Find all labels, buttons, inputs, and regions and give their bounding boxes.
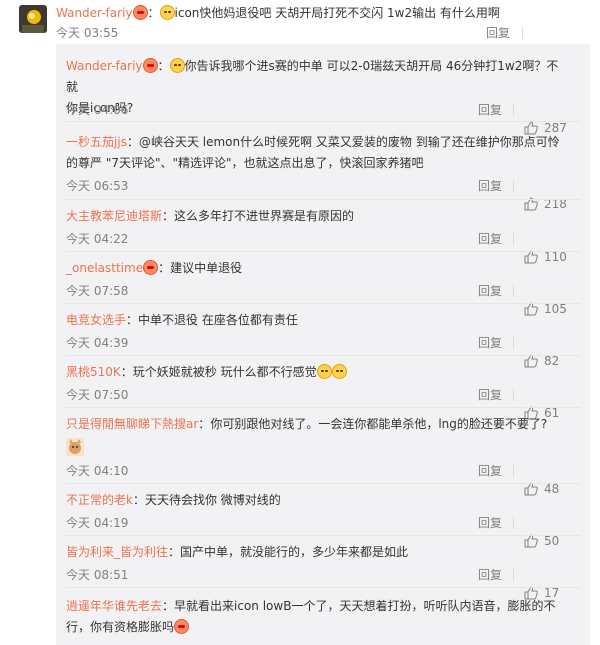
emoji-face: [316, 364, 332, 379]
reply-meta: 今天 06:53 回复 218: [66, 177, 590, 211]
timestamp: 今天 04:06: [66, 103, 129, 117]
timestamp: 今天 04:10: [66, 464, 129, 478]
reply-meta: 今天 07:58 回复 105: [66, 282, 590, 316]
reply-item: 大主教苯尼迪塔斯：这么多年打不进世界赛是有原因的 今天 04:22 回复 110: [56, 200, 590, 264]
divider: [513, 180, 514, 192]
reply-item: 黑桃510K：玩个妖姬就被秒 玩什么都不行感觉 今天 07:50 回复 61: [56, 356, 590, 420]
timestamp: 今天 08:51: [66, 568, 129, 582]
comment-body: icon快他妈退役吧 天胡开局打死不交闪 1w2输出 有什么用啊: [174, 6, 500, 20]
timestamp: 今天 04:22: [66, 232, 129, 246]
reply-meta: 今天 04:22 回复 110: [66, 230, 590, 264]
reply-meta: 今天 04:10 回复 48: [66, 462, 590, 496]
username-link[interactable]: 不正常的老k: [66, 493, 133, 507]
emoji-love: [132, 5, 148, 20]
reply-item: 只是得閒無聊睇下熱搜ar：你可别跟他对线了。一会连你都能单杀他，lng的脸还要不…: [56, 408, 590, 496]
main-comment-text: Wander-fariy： icon快他妈退役吧 天胡开局打死不交闪 1w2输出 …: [56, 5, 500, 20]
reply-item: 不正常的老k：天天待会找你 微博对线的 今天 04:19 回复 50: [56, 484, 590, 548]
divider: [513, 465, 514, 477]
reply-button[interactable]: 回复: [478, 462, 502, 480]
username-link[interactable]: 大主教苯尼迪塔斯: [66, 209, 162, 223]
reply-meta: 今天 04:19 回复 50: [66, 514, 590, 548]
username-link[interactable]: 黑桃510K: [66, 365, 121, 379]
username-link[interactable]: 皆为利来_皆为利往: [66, 545, 168, 559]
emoji-love: [143, 260, 159, 275]
divider: [513, 285, 514, 297]
reply-item: 逍遥年华谁先老去：早就看出来icon lowB一个了，天天想着打扮，听听队内语音…: [56, 588, 590, 645]
replies-panel: Wander-fariy：你告诉我哪个进s赛的中单 可以2-0瑞兹天胡开局 46…: [56, 44, 590, 645]
reply-meta: 今天 07:50 回复 61: [66, 386, 590, 420]
timestamp: 今天 06:53: [66, 179, 129, 193]
username-link[interactable]: 逍遥年华谁先老去: [66, 599, 162, 613]
reply-text: 大主教苯尼迪塔斯：这么多年打不进世界赛是有原因的: [66, 209, 355, 223]
timestamp: 今天 07:58: [66, 284, 129, 298]
username-link[interactable]: 一秒五茄jjs: [66, 135, 127, 149]
reply-item: 一秒五茄jjs：@峡谷天天 lemon什么时候死啊 又菜又爱装的废物 到输了还在…: [56, 122, 590, 211]
reply-button[interactable]: 回复: [478, 101, 502, 119]
username-link[interactable]: Wander-fariy: [66, 59, 143, 73]
reply-text: 只是得閒無聊睇下熱搜ar：你可别跟他对线了。一会连你都能单杀他，lng的脸还要不…: [66, 417, 548, 431]
divider: [513, 337, 514, 349]
reply-button[interactable]: 回复: [478, 514, 502, 532]
reply-item: 皆为利来_皆为利往：国产中单，就没能行的，多少年来都是如此 今天 08:51 回…: [56, 536, 590, 600]
reply-button[interactable]: 回复: [478, 386, 502, 404]
comment-meta: 今天 03:55 回复 1032: [56, 24, 600, 58]
reply-text: _onelasttime ：建议中单退役: [66, 260, 243, 275]
username-link[interactable]: 电竞女选手: [66, 313, 126, 327]
divider: [513, 389, 514, 401]
emoji-face: [159, 5, 175, 20]
divider: [513, 233, 514, 245]
divider: [513, 569, 514, 581]
reply-item: Wander-fariy：你告诉我哪个进s赛的中单 可以2-0瑞兹天胡开局 46…: [56, 44, 590, 135]
reply-button[interactable]: 回复: [478, 177, 502, 195]
reply-meta: 今天 04:06 回复 287: [66, 101, 590, 135]
timestamp: 今天 04:19: [66, 516, 129, 530]
reply-text: 一秒五茄jjs：@峡谷天天 lemon什么时候死啊 又菜又爱装的废物 到输了还在…: [66, 135, 560, 170]
divider: [522, 27, 523, 39]
reply-item: 电竞女选手：中单不退役 在座各位都有责任 今天 04:39 回复 82: [56, 304, 590, 368]
reply-button[interactable]: 回复: [478, 282, 502, 300]
reply-text: 皆为利来_皆为利往：国产中单，就没能行的，多少年来都是如此: [66, 545, 409, 559]
reply-button[interactable]: 回复: [478, 334, 502, 352]
main-comment: Wander-fariy： icon快他妈退役吧 天胡开局打死不交闪 1w2输出 …: [0, 0, 600, 58]
divider: [513, 517, 514, 529]
timestamp: 今天 07:50: [66, 388, 129, 402]
reply-item: _onelasttime ：建议中单退役 今天 07:58 回复 105: [56, 252, 590, 316]
sticker-image: [66, 438, 84, 456]
reply-text: 逍遥年华谁先老去：早就看出来icon lowB一个了，天天想着打扮，听听队内语音…: [66, 599, 556, 634]
reply-button[interactable]: 回复: [478, 230, 502, 248]
divider: [513, 104, 514, 116]
reply-text: 不正常的老k：天天待会找你 微博对线的: [66, 493, 281, 507]
emoji-love: [174, 619, 190, 634]
reply-text: 黑桃510K：玩个妖姬就被秒 玩什么都不行感觉: [66, 362, 566, 383]
emoji-face: [331, 364, 347, 379]
reply-button[interactable]: 回复: [486, 24, 510, 42]
reply-button[interactable]: 回复: [478, 566, 502, 584]
username-link[interactable]: Wander-fariy: [56, 6, 133, 20]
timestamp: 今天 04:39: [66, 336, 129, 350]
reply-meta: 今天 04:39 回复 82: [66, 334, 590, 368]
avatar[interactable]: [19, 5, 47, 33]
emoji-love: [142, 58, 158, 73]
emoji-face: [169, 58, 185, 73]
timestamp: 今天 03:55: [56, 26, 119, 40]
reply-meta: 今天 08:51 回复 17: [66, 566, 590, 600]
username-link[interactable]: _onelasttime: [66, 261, 143, 275]
username-link[interactable]: 只是得閒無聊睇下熱搜ar: [66, 417, 198, 431]
reply-text: 电竞女选手：中单不退役 在座各位都有责任: [66, 313, 298, 327]
